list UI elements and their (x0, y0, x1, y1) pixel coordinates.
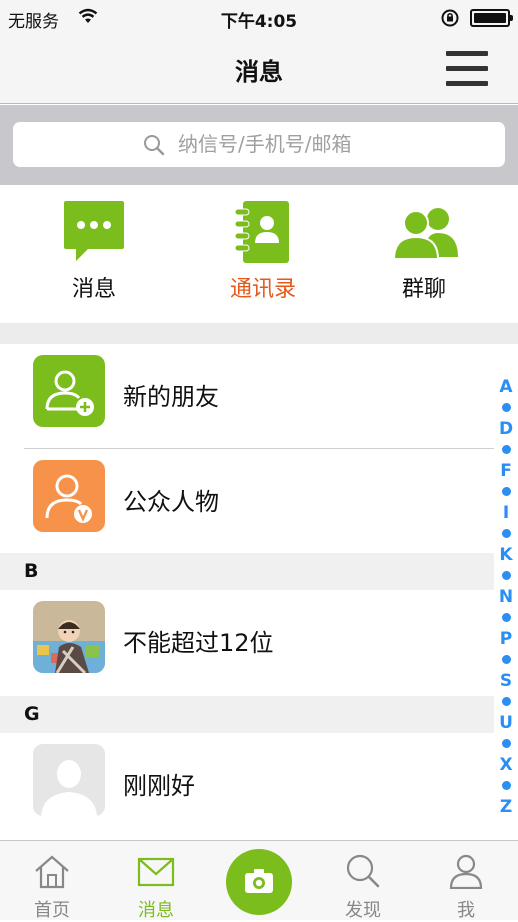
person-icon (447, 853, 485, 890)
index-dot (502, 403, 511, 412)
index-dot (502, 781, 511, 790)
search-icon (344, 853, 382, 889)
tab-messages-bottom-label: 消息 (138, 900, 174, 921)
index-letter[interactable]: U (494, 713, 518, 733)
search-bar (0, 105, 518, 185)
home-icon (33, 853, 71, 889)
index-letter[interactable]: P (494, 629, 518, 649)
index-dot (502, 655, 511, 664)
index-letter[interactable]: S (494, 671, 518, 691)
tab-me-label: 我 (457, 900, 475, 921)
page-title: 消息 (235, 58, 283, 86)
tab-bar: 首页 消息 发现 我 (0, 840, 518, 921)
list-item-new-friends[interactable]: 新的朋友 (0, 344, 494, 448)
list-item-contact[interactable]: 刚刚好 (0, 733, 494, 837)
list-item-public-figures[interactable]: 公众人物 (0, 449, 494, 553)
index-letter[interactable]: X (494, 755, 518, 775)
nav-bar: 消息 (0, 34, 518, 104)
tab-home[interactable]: 首页 (0, 841, 104, 921)
add-friend-icon (33, 355, 105, 427)
index-dot (502, 445, 511, 454)
battery-icon (470, 9, 513, 27)
contact-name: 新的朋友 (123, 383, 219, 411)
rotation-lock-icon (440, 8, 460, 33)
tab-messages-bottom[interactable]: 消息 (104, 841, 208, 921)
camera-icon (245, 869, 273, 893)
camera-button[interactable] (226, 849, 292, 915)
index-dot (502, 529, 511, 538)
index-dot (502, 487, 511, 496)
section-header-g: G (0, 696, 494, 733)
tab-discover[interactable]: 发现 (311, 841, 415, 921)
quick-tabs: 消息 通讯录 群聊 (0, 185, 518, 323)
status-bar: 无服务 下午4:05 (0, 0, 518, 34)
search-box[interactable] (13, 122, 505, 167)
index-letter[interactable]: N (494, 587, 518, 607)
section-header-b: B (0, 553, 494, 590)
list-item-contact[interactable]: 不能超过12位 (0, 590, 494, 694)
tab-home-label: 首页 (34, 900, 70, 921)
index-letter[interactable]: K (494, 545, 518, 565)
tab-group-chat[interactable]: 群聊 (354, 185, 494, 323)
index-letter[interactable]: I (494, 503, 518, 523)
section-letter: G (24, 703, 40, 725)
address-book-icon (231, 199, 295, 265)
tab-messages[interactable]: 消息 (24, 185, 164, 323)
index-dot (502, 697, 511, 706)
index-dot (502, 571, 511, 580)
default-avatar-icon (33, 744, 105, 816)
avatar (33, 601, 105, 673)
index-letter[interactable]: F (494, 461, 518, 481)
search-input[interactable] (178, 128, 478, 160)
mail-icon (137, 853, 175, 889)
tab-contacts[interactable]: 通讯录 (193, 185, 333, 323)
tab-contacts-label: 通讯录 (229, 277, 296, 302)
search-icon (143, 134, 165, 160)
index-dot (502, 613, 511, 622)
tab-messages-label: 消息 (71, 277, 116, 302)
index-letter[interactable]: A (494, 377, 518, 397)
public-figure-icon (33, 460, 105, 532)
index-letter[interactable]: D (494, 419, 518, 439)
section-letter: B (24, 560, 39, 582)
tab-me[interactable]: 我 (414, 841, 518, 921)
menu-icon[interactable] (446, 51, 490, 87)
group-icon (392, 199, 458, 265)
contact-name: 刚刚好 (123, 772, 195, 800)
index-letter[interactable]: Z (494, 797, 518, 817)
alphabet-index[interactable]: A D F I K N P S U X Z (494, 375, 518, 820)
chat-bubble-icon (62, 199, 126, 265)
tab-discover-label: 发现 (345, 900, 381, 921)
tab-group-chat-label: 群聊 (401, 277, 446, 302)
index-dot (502, 739, 511, 748)
contact-name: 公众人物 (123, 488, 219, 516)
section-separator (0, 323, 518, 344)
contact-name: 不能超过12位 (123, 629, 274, 657)
